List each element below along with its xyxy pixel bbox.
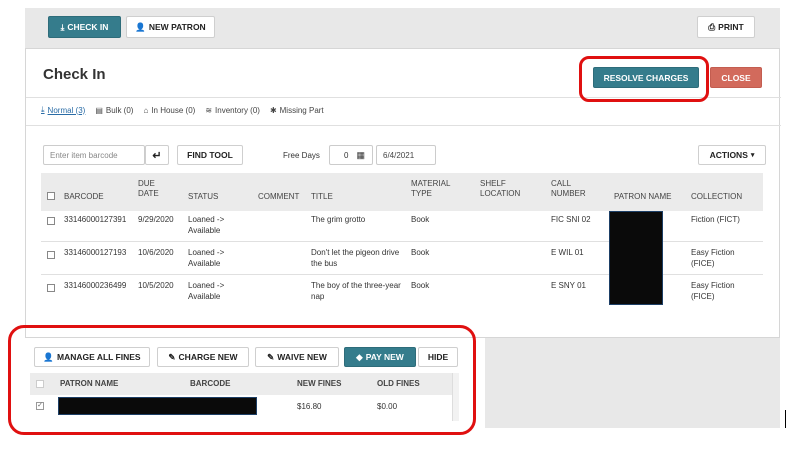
row-checkbox[interactable] [47,284,55,292]
tab-inventory[interactable]: ≋ Inventory (0) [205,105,260,115]
return-arrow-icon: ↵ [152,149,162,162]
enter-button[interactable]: ↵ [145,145,169,165]
tab-bulk[interactable]: ▤ Bulk (0) [95,105,133,115]
col-call-number: CALL NUMBER [551,179,586,198]
col-barcode: BARCODE [64,192,104,201]
tab-missing-part[interactable]: ✱ Missing Part [270,105,324,115]
page-title: Check In [43,66,106,83]
date-input[interactable]: 6/4/2021 [376,145,436,165]
download-icon: ⤓ [60,21,65,32]
checkin-tab-button[interactable]: ⤓ CHECK IN [48,16,121,38]
caret-down-icon: ▾ [750,152,755,159]
checkin-label: CHECK IN [67,22,109,32]
stack-icon: ▤ [95,105,103,115]
col-patron-name: PATRON NAME [614,192,672,201]
text-cursor [785,410,786,428]
col-comment: COMMENT [258,192,300,201]
col-material-type: MATERIAL TYPE [411,179,451,198]
new-patron-label: NEW PATRON [148,22,206,32]
download-icon: ⤓ [41,105,45,114]
row-checkbox[interactable] [47,217,55,225]
col-shelf-location: SHELF LOCATION [480,179,521,198]
highlight-resolve-charges [579,56,709,102]
new-patron-button[interactable]: 👤 NEW PATRON [126,16,215,38]
calendar-icon[interactable]: ▦ [356,150,365,161]
home-icon: ⌂ [143,105,149,115]
print-icon: ⎙ [708,21,716,32]
database-icon: ≋ [205,105,213,115]
select-all-checkbox[interactable] [47,192,55,200]
col-collection: COLLECTION [691,192,743,201]
puzzle-icon: ✱ [269,105,277,115]
items-table-header: BARCODE DUE DATE STATUS COMMENT TITLE MA… [41,173,763,211]
col-due-date: DUE DATE [138,179,159,198]
tabs-divider [26,125,781,126]
barcode-input[interactable]: Enter item barcode [43,145,145,165]
actions-dropdown[interactable]: ACTIONS ▾ [698,145,766,165]
find-tool-button[interactable]: FIND TOOL [177,145,243,165]
col-status: STATUS [188,192,219,201]
tab-normal[interactable]: ⤓ Normal (3) [41,105,85,115]
tab-in-house[interactable]: ⌂ In House (0) [143,105,195,115]
mode-tabs: ⤓ Normal (3) ▤ Bulk (0) ⌂ In House (0) ≋ Inv… [41,105,324,115]
free-days-label: Free Days [283,151,320,160]
col-title: TITLE [311,192,333,201]
highlight-fines-panel [8,325,476,435]
print-label: PRINT [718,22,744,32]
add-user-icon: 👤 [135,21,146,32]
print-button[interactable]: ⎙ PRINT [697,16,755,38]
close-button[interactable]: CLOSE [710,67,762,88]
patron-name-redacted [609,211,663,305]
free-days-input[interactable]: 0 ▦ [329,145,373,165]
row-checkbox[interactable] [47,251,55,259]
